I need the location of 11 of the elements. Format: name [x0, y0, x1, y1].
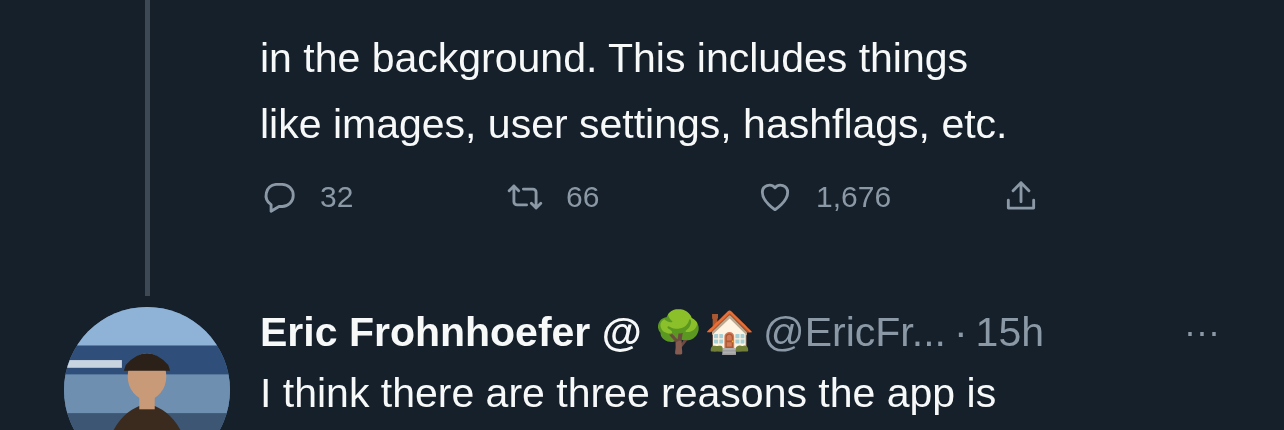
- more-button[interactable]: ···: [1180, 311, 1224, 353]
- retweet-button[interactable]: 66: [506, 178, 756, 216]
- reply-button[interactable]: 32: [260, 178, 506, 216]
- author-handle[interactable]: @EricFr...: [763, 304, 946, 360]
- tweet-text-line: in the background. This includes things: [260, 34, 970, 83]
- like-button[interactable]: 1,676: [756, 178, 1002, 216]
- separator: ·: [953, 308, 968, 357]
- tweet-text: I think there are three reasons the app is: [260, 369, 998, 418]
- tweet-time[interactable]: 15h: [975, 304, 1044, 360]
- tweet-text-line: like images, user settings, hashflags, etc.: [260, 100, 1009, 149]
- author-name[interactable]: Eric Frohnhoefer @ 🌳🏠: [260, 304, 756, 360]
